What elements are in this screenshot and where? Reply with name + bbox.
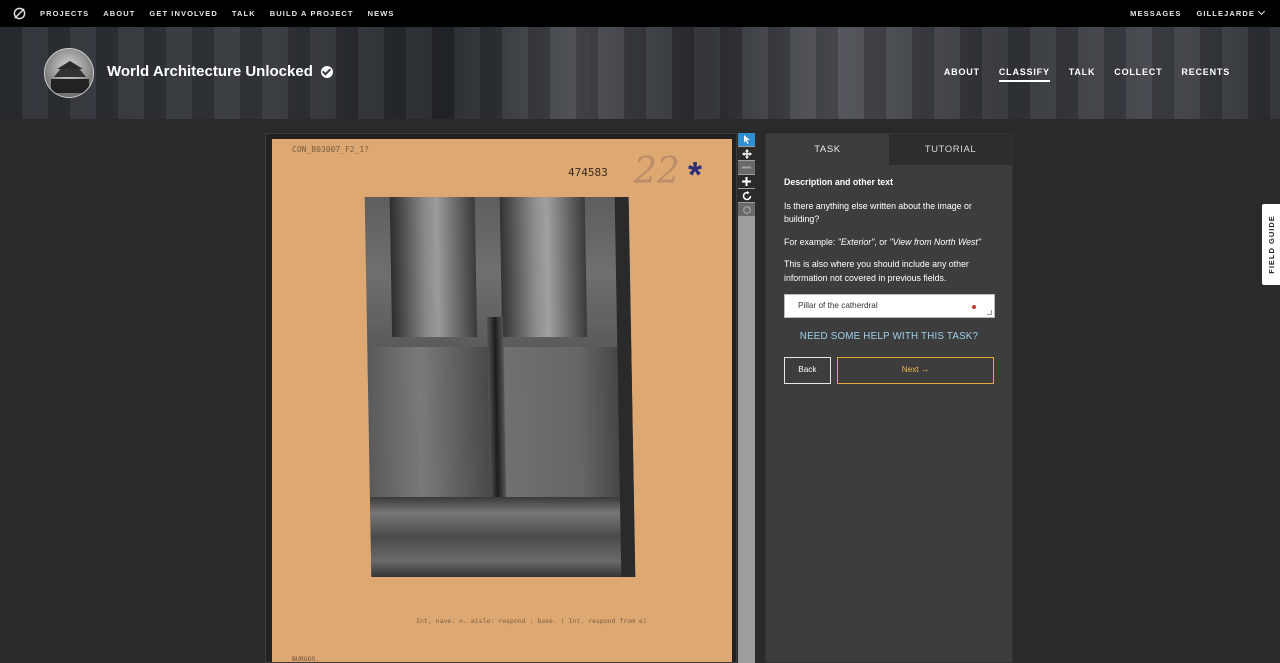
task-buttons: Back Next →	[784, 356, 994, 384]
archive-card: CON_B03007_F2_1? 474583 22 * Int, nave: …	[272, 139, 732, 663]
move-icon[interactable]	[738, 147, 755, 161]
architecture-photo	[364, 197, 636, 577]
next-button[interactable]: Next →	[836, 356, 994, 384]
project-avatar[interactable]	[44, 48, 94, 98]
project-header: World Architecture Unlocked ABOUT CLASSI…	[0, 27, 1280, 119]
field-guide-label: FIELD GUIDE	[1266, 215, 1276, 274]
tab-task[interactable]: TASK	[766, 134, 889, 165]
pointer-icon[interactable]	[738, 133, 755, 147]
project-nav-recents[interactable]: RECENTS	[1181, 67, 1230, 82]
project-title[interactable]: World Architecture Unlocked	[107, 63, 333, 80]
user-links: MESSAGES GILLEJARDE	[1130, 0, 1266, 27]
project-nav: ABOUT CLASSIFY TALK COLLECT RECENTS	[944, 67, 1230, 82]
asterisk-mark: *	[688, 154, 703, 195]
task-tabs: TASK TUTORIAL	[766, 134, 1012, 165]
answer-textarea[interactable]: Pillar of the catherdral	[784, 294, 995, 318]
nav-projects[interactable]: PROJECTS	[40, 9, 89, 18]
project-title-text: World Architecture Unlocked	[107, 63, 313, 80]
chevron-down-icon	[1257, 7, 1266, 16]
zooniverse-logo-icon[interactable]	[13, 7, 26, 20]
task-content: Description and other text Is there anyt…	[766, 165, 1012, 384]
nav-get-involved[interactable]: GET INVOLVED	[149, 9, 217, 18]
project-nav-talk[interactable]: TALK	[1069, 67, 1096, 82]
zoom-out-icon[interactable]	[738, 161, 755, 175]
reset-icon[interactable]	[738, 203, 755, 217]
tab-tutorial[interactable]: TUTORIAL	[889, 134, 1012, 165]
card-reference: CON_B03007_F2_1?	[292, 145, 370, 154]
card-number: 474583	[568, 166, 608, 179]
task-note: This is also where you should include an…	[784, 259, 969, 283]
card-caption: Int, nave: n. aisle: respond : base. ( I…	[416, 617, 647, 625]
task-question: Description and other text	[784, 177, 893, 187]
spellcheck-icon	[972, 305, 976, 309]
nav-news[interactable]: NEWS	[368, 9, 395, 18]
card-footer: BURGOS.	[292, 655, 320, 663]
rotate-icon[interactable]	[738, 189, 755, 203]
project-nav-collect[interactable]: COLLECT	[1114, 67, 1162, 82]
back-button[interactable]: Back	[784, 356, 831, 384]
verified-badge-icon	[320, 65, 333, 78]
viewer-toolbar	[738, 133, 755, 663]
example-exterior: "Exterior"	[837, 236, 875, 247]
resize-handle-icon[interactable]	[987, 310, 992, 315]
nav-about[interactable]: ABOUT	[103, 9, 135, 18]
site-links: PROJECTS ABOUT GET INVOLVED TALK BUILD A…	[40, 0, 395, 27]
username: GILLEJARDE	[1196, 9, 1255, 18]
messages-link[interactable]: MESSAGES	[1130, 9, 1181, 18]
project-nav-classify[interactable]: CLASSIFY	[998, 67, 1050, 82]
nav-build-a-project[interactable]: BUILD A PROJECT	[270, 9, 354, 18]
help-link[interactable]: NEED SOME HELP WITH THIS TASK?	[784, 330, 994, 344]
task-example: For example: "Exterior", or "View from N…	[784, 236, 981, 247]
user-menu[interactable]: GILLEJARDE	[1196, 7, 1266, 18]
task-instructions: Is there anything else written about the…	[784, 200, 972, 225]
nav-talk[interactable]: TALK	[232, 9, 256, 18]
handwritten-number: 22	[634, 151, 680, 192]
top-navigation: PROJECTS ABOUT GET INVOLVED TALK BUILD A…	[0, 0, 1280, 27]
answer-text: Pillar of the catherdral	[798, 301, 878, 311]
zoom-in-icon[interactable]	[738, 175, 755, 189]
project-nav-about[interactable]: ABOUT	[944, 67, 980, 82]
task-panel: TASK TUTORIAL Description and other text…	[765, 133, 1013, 663]
field-guide-tab[interactable]: FIELD GUIDE	[1262, 204, 1280, 285]
example-view: "View from North West"	[889, 236, 981, 247]
subject-viewer[interactable]: CON_B03007_F2_1? 474583 22 * Int, nave: …	[265, 133, 737, 663]
